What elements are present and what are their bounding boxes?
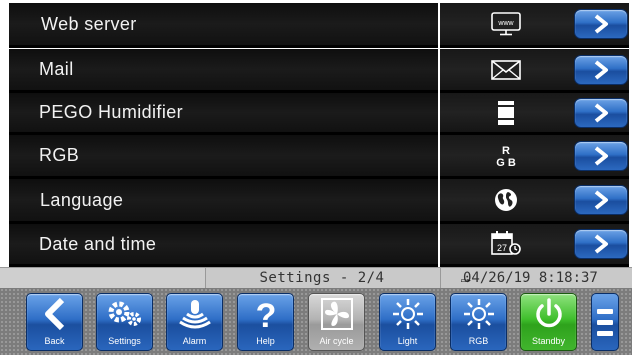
- sun-icon: [392, 299, 423, 329]
- question-mark-icon: ?: [255, 297, 276, 332]
- menu-row-label: Mail: [39, 59, 74, 79]
- menu-row-button-cell: [572, 179, 629, 224]
- menu-row-icon-cell: R G B: [440, 135, 572, 179]
- air-cycle-button-label: Air cycle: [319, 336, 354, 346]
- alarm-button[interactable]: Alarm: [166, 293, 223, 351]
- standby-button-label: Standby: [531, 336, 566, 346]
- menu-row-label: PEGO Humidifier: [39, 102, 184, 122]
- menu-row-label-cell: Language: [9, 179, 438, 224]
- menu-row-icon-cell: [440, 179, 572, 224]
- back-button[interactable]: Back: [26, 293, 83, 351]
- back-icon-wrap: [40, 294, 70, 334]
- hamburger-menu-icon: [597, 309, 613, 336]
- help-button[interactable]: ? Help: [237, 293, 294, 351]
- back-arrow-icon: [44, 297, 64, 331]
- chevron-right-icon: [594, 145, 608, 166]
- svg-text:R: R: [502, 145, 510, 157]
- menu-row-web-server[interactable]: Web server www: [9, 3, 629, 48]
- help-icon-wrap: ?: [251, 294, 281, 334]
- svg-text:G B: G B: [496, 157, 516, 169]
- menu-row-label: Web server: [41, 13, 137, 34]
- menu-row-icon-cell: 27: [440, 224, 572, 267]
- menu-row-mail[interactable]: Mail: [9, 49, 629, 93]
- chevron-right-icon: [594, 59, 608, 80]
- menu-row-icon-cell: www: [440, 3, 572, 48]
- humidifier-icon: [498, 100, 514, 125]
- open-date-time-button[interactable]: [573, 229, 628, 259]
- chevron-right-icon: [594, 190, 608, 210]
- svg-text:27: 27: [497, 243, 507, 253]
- status-bar: Settings - 2/4 ▭▸ 04/26/19 8:18:37: [0, 267, 632, 288]
- standby-icon-wrap: [532, 294, 566, 334]
- date-time-text: 04/26/19 8:18:37: [463, 270, 598, 286]
- rgb-button[interactable]: RGB: [450, 293, 507, 351]
- chevron-right-icon: [594, 14, 608, 34]
- settings-button-label: Settings: [108, 336, 141, 346]
- globe-icon: [495, 189, 517, 211]
- settings-icon-wrap: [105, 294, 145, 334]
- settings-button[interactable]: Settings: [96, 293, 153, 351]
- menu-row-label-cell: Mail: [9, 49, 438, 93]
- fan-icon: [320, 298, 353, 330]
- open-web-server-button[interactable]: [573, 9, 628, 39]
- alarm-button-label: Alarm: [182, 336, 207, 346]
- menu-button[interactable]: [591, 293, 619, 351]
- back-button-label: Back: [44, 336, 65, 346]
- light-button-label: Light: [397, 336, 418, 346]
- menu-row-label: Language: [40, 189, 124, 210]
- open-language-button[interactable]: [573, 185, 628, 215]
- svg-text:www: www: [497, 20, 514, 27]
- menu-row-label-cell: Web server: [9, 3, 438, 48]
- menu-row-language[interactable]: Language: [9, 179, 629, 224]
- air-cycle-button[interactable]: Air cycle: [308, 293, 365, 351]
- menu-row-icon-cell: [440, 93, 572, 135]
- gears-icon: [108, 301, 141, 326]
- bottom-toolbar: Back Settings Alarm ? Help Air cycle Lig…: [0, 288, 632, 355]
- menu-row-label-cell: Date and time: [9, 224, 438, 267]
- alarm-bell-icon: [178, 300, 211, 329]
- status-bar-left: [0, 268, 206, 288]
- menu-row-button-cell: [572, 93, 629, 135]
- menu-row-pego-humidifier[interactable]: PEGO Humidifier: [9, 93, 629, 135]
- chevron-right-icon: [594, 102, 608, 123]
- svg-text:?: ?: [255, 297, 276, 332]
- page-title: Settings - 2/4: [259, 270, 385, 286]
- standby-button[interactable]: Standby: [520, 293, 577, 351]
- menu-row-icon-cell: [440, 49, 572, 93]
- menu-row-label-cell: RGB: [9, 135, 438, 179]
- menu-row-rgb[interactable]: RGB R G B: [9, 135, 629, 179]
- menu-row-date-time[interactable]: Date and time 27: [9, 224, 629, 267]
- open-mail-button[interactable]: [573, 54, 628, 85]
- mail-icon: [491, 59, 521, 80]
- menu-row-button-cell: [572, 224, 629, 267]
- menu-row-button-cell: [572, 135, 629, 179]
- light-icon-wrap: [391, 294, 425, 334]
- air-cycle-icon-wrap: [319, 294, 355, 334]
- menu-row-button-cell: [572, 49, 629, 93]
- chevron-right-icon: [594, 234, 608, 254]
- menu-row-label: Date and time: [39, 233, 157, 254]
- alarm-icon-wrap: [177, 294, 213, 334]
- date-time-readout: ▭▸ 04/26/19 8:18:37: [440, 268, 632, 288]
- help-button-label: Help: [256, 336, 275, 346]
- rgb-button-label: RGB: [468, 336, 489, 346]
- open-humidifier-button[interactable]: [573, 97, 628, 128]
- sun-icon: [463, 299, 494, 329]
- light-button[interactable]: Light: [379, 293, 436, 351]
- web-server-icon: www: [491, 12, 521, 36]
- calendar-clock-icon: 27: [491, 231, 521, 255]
- settings-screen: Web server www Mail PEGO Humidifier RGB …: [0, 0, 632, 355]
- rgb-icon-wrap: [462, 294, 496, 334]
- menu-row-label-cell: PEGO Humidifier: [9, 93, 438, 135]
- open-rgb-button[interactable]: [573, 140, 628, 171]
- menu-row-button-cell: [572, 3, 629, 48]
- power-icon: [535, 298, 562, 328]
- menu-row-label: RGB: [39, 145, 80, 165]
- rgb-icon: R G B: [496, 145, 516, 169]
